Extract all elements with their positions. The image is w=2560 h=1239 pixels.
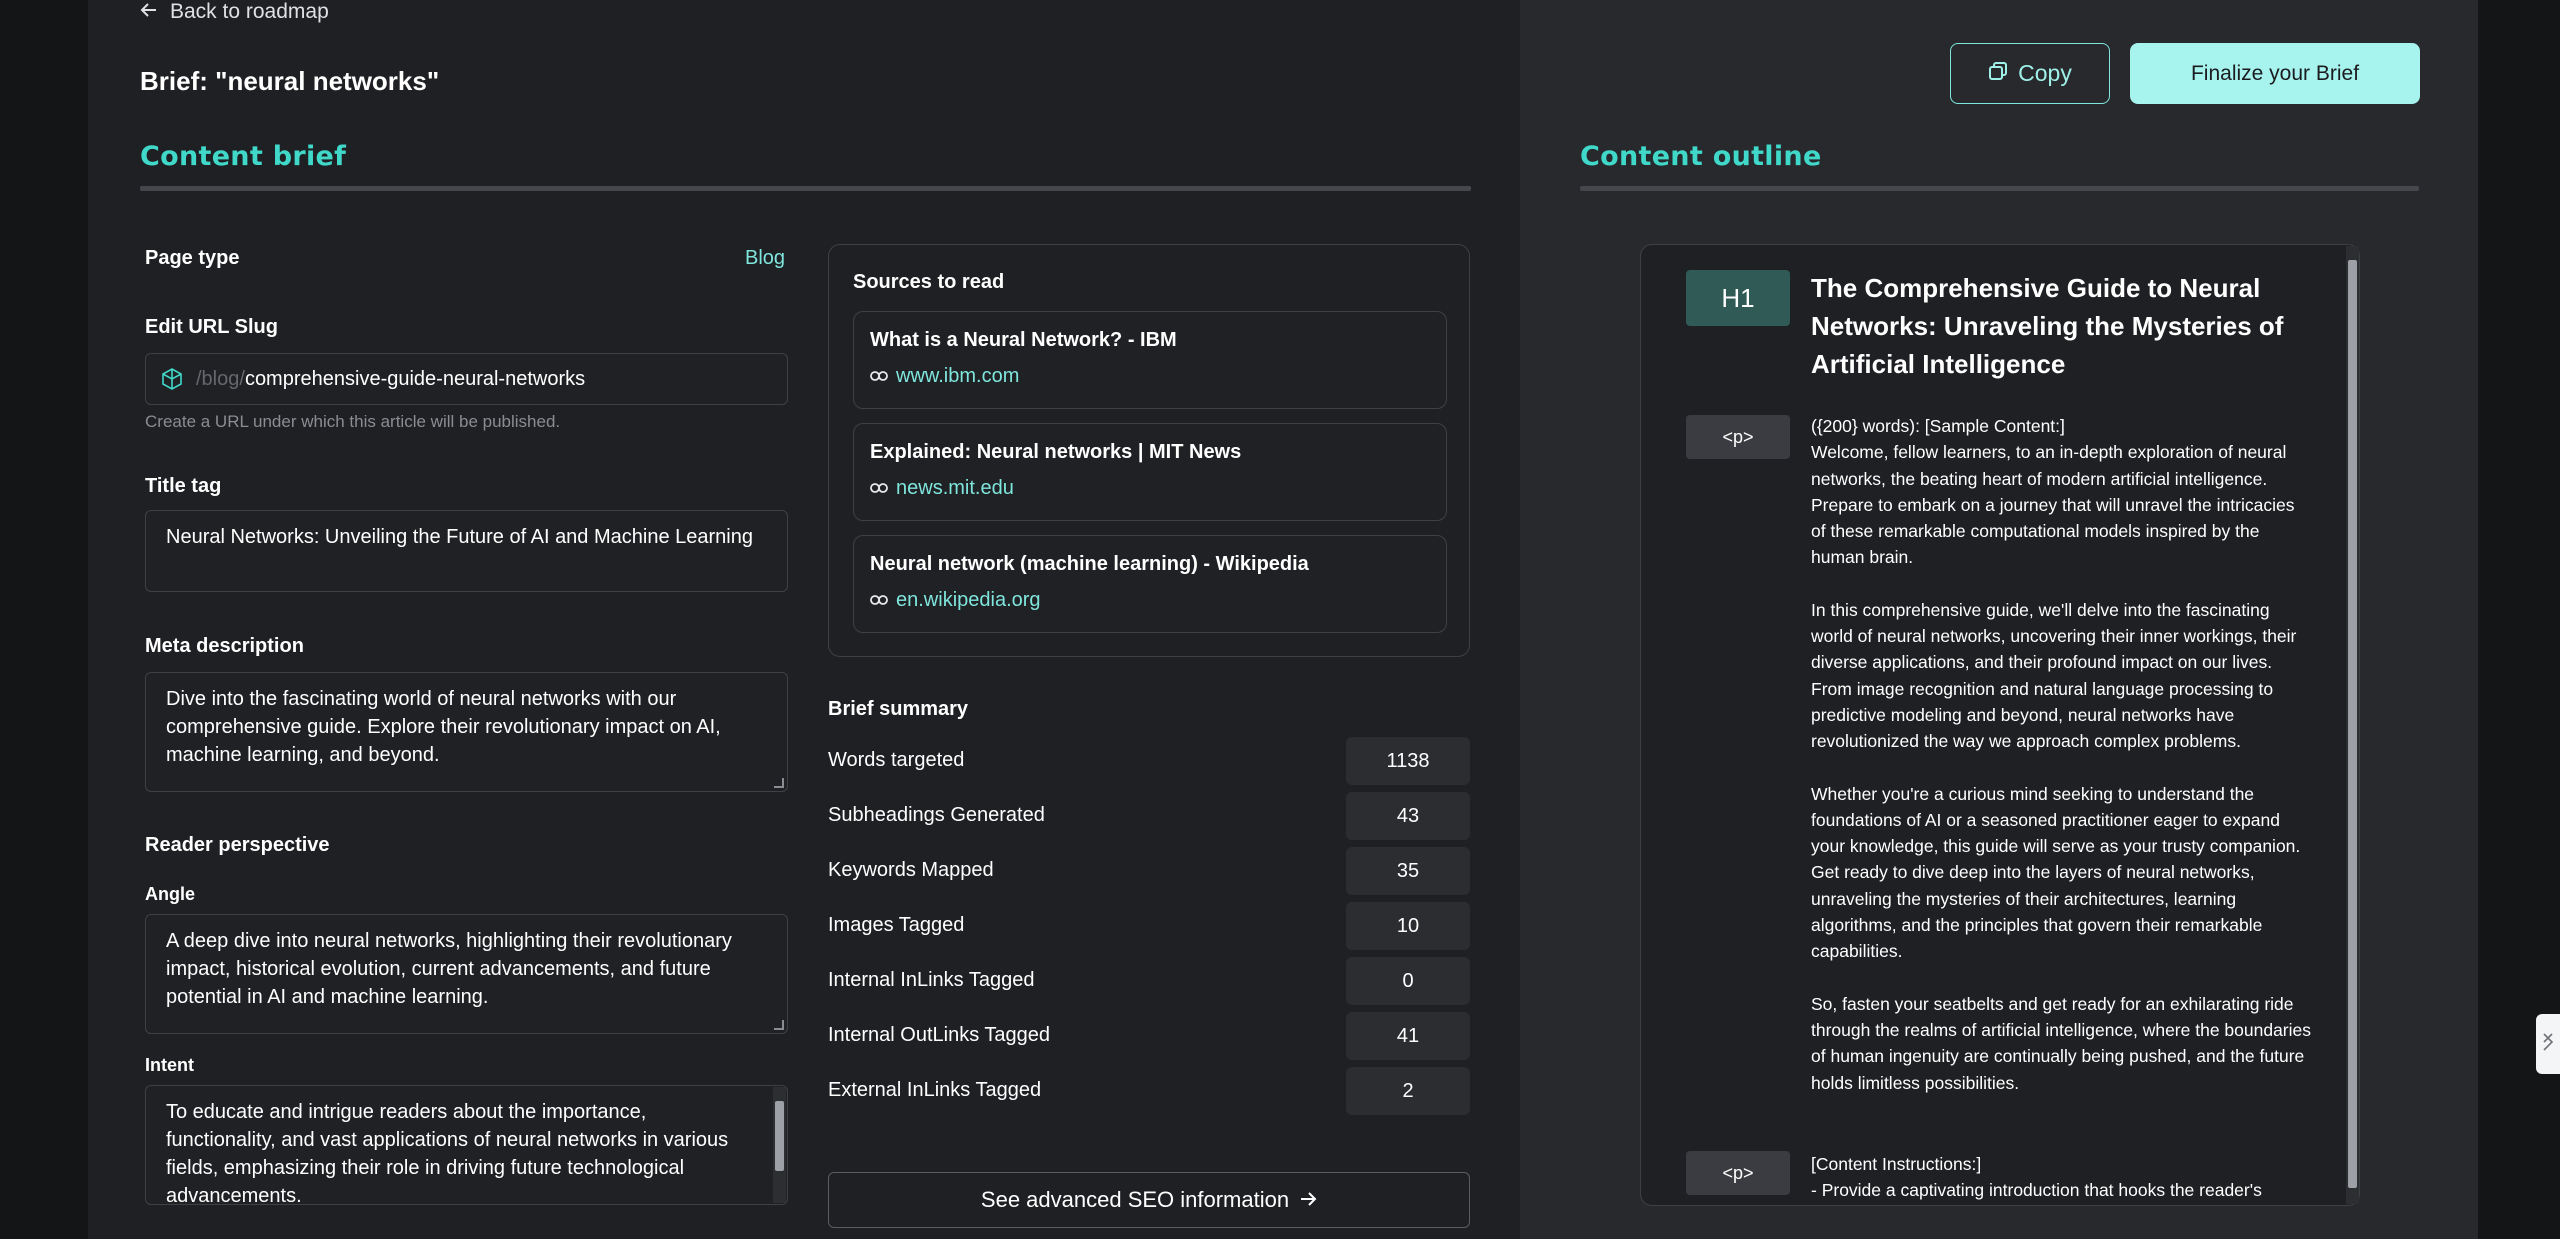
summary-row-label: Internal InLinks Tagged [828, 969, 1035, 991]
outline-scrollbar[interactable] [2346, 246, 2359, 1204]
meta-description-value: Dive into the fascinating world of neura… [166, 688, 721, 766]
angle-value: A deep dive into neural networks, highli… [166, 930, 732, 1008]
back-link-label: Back to roadmap [170, 0, 329, 23]
content-brief-divider [140, 186, 1471, 191]
summary-row-value: 43 [1346, 792, 1470, 840]
paragraph-text: In this comprehensive guide, we'll delve… [1811, 599, 2297, 752]
reader-perspective-label: Reader perspective [145, 834, 330, 856]
paragraph-text: Welcome, fellow learners, to an in-depth… [1811, 442, 2295, 568]
meta-description-input[interactable]: Dive into the fascinating world of neura… [145, 672, 788, 792]
content-outline-editor[interactable]: H1 The Comprehensive Guide to Neural Net… [1640, 244, 2360, 1206]
side-panel-toggle[interactable] [2536, 1014, 2560, 1074]
arrow-right-icon [1299, 1187, 1317, 1213]
source-link[interactable]: www.ibm.com [870, 365, 1019, 388]
page-type-label: Page type [145, 247, 240, 269]
summary-row-label: Words targeted [828, 749, 965, 771]
link-icon [870, 477, 888, 500]
finalize-brief-button[interactable]: Finalize your Brief [2130, 43, 2420, 104]
intent-input[interactable]: To educate and intrigue readers about th… [145, 1085, 788, 1205]
intent-value: To educate and intrigue readers about th… [166, 1101, 729, 1205]
page-type-value[interactable]: Blog [745, 247, 785, 270]
source-link[interactable]: news.mit.edu [870, 477, 1014, 500]
paragraph-block[interactable]: [Content Instructions:] - Provide a capt… [1811, 1151, 2311, 1204]
paragraph-header: ({200} words): [Sample Content:] [1811, 416, 2065, 436]
link-icon [870, 589, 888, 612]
p-tag-badge[interactable]: <p> [1686, 415, 1790, 459]
title-tag-label: Title tag [145, 475, 222, 497]
resize-handle[interactable] [774, 1020, 784, 1030]
cube-icon [160, 367, 184, 391]
summary-row-label: Images Tagged [828, 914, 965, 936]
copy-button[interactable]: Copy [1950, 43, 2110, 104]
url-slug-prefix: /blog/ [196, 367, 245, 390]
intent-scrollbar[interactable] [773, 1087, 786, 1203]
source-title: What is a Neural Network? - IBM [870, 329, 1177, 351]
brief-summary-title: Brief summary [828, 698, 969, 720]
title-tag-input[interactable]: Neural Networks: Unveiling the Future of… [145, 510, 788, 592]
outline-scroll-thumb[interactable] [2348, 260, 2357, 1188]
summary-row-value: 0 [1346, 957, 1470, 1005]
summary-row-value: 1138 [1346, 737, 1470, 785]
page-title: Brief: "neural networks" [140, 66, 440, 96]
see-advanced-seo-button[interactable]: See advanced SEO information [828, 1172, 1470, 1228]
source-title: Explained: Neural networks | MIT News [870, 441, 1242, 463]
paragraph-text: - Provide a captivating introduction tha… [1811, 1180, 2262, 1201]
summary-row-value: 2 [1346, 1067, 1470, 1115]
back-to-roadmap-link[interactable]: Back to roadmap [140, 0, 329, 24]
sources-title: Sources to read [853, 271, 1005, 293]
paragraph-header: [Content Instructions:] [1811, 1154, 1982, 1174]
angle-label: Angle [145, 884, 196, 904]
angle-input[interactable]: A deep dive into neural networks, highli… [145, 914, 788, 1034]
link-icon [870, 365, 888, 388]
url-slug-input[interactable]: /blog/ comprehensive-guide-neural-networ… [145, 353, 788, 405]
h1-tag-badge[interactable]: H1 [1686, 270, 1790, 326]
source-title: Neural network (machine learning) - Wiki… [870, 553, 1309, 575]
summary-row-value: 41 [1346, 1012, 1470, 1060]
p-tag-badge[interactable]: <p> [1686, 1151, 1790, 1195]
paragraph-text: So, fasten your seatbelts and get ready … [1811, 993, 2312, 1093]
source-card[interactable]: What is a Neural Network? - IBM www.ibm.… [853, 311, 1447, 409]
summary-row-label: Subheadings Generated [828, 804, 1045, 826]
intent-scroll-thumb[interactable] [775, 1101, 784, 1171]
summary-row-label: Internal OutLinks Tagged [828, 1024, 1051, 1046]
collapse-icon [2541, 1031, 2555, 1058]
source-card[interactable]: Neural network (machine learning) - Wiki… [853, 535, 1447, 633]
content-outline-divider [1580, 186, 2419, 191]
url-slug-help: Create a URL under which this article wi… [145, 412, 561, 431]
source-link[interactable]: en.wikipedia.org [870, 589, 1041, 612]
intent-label: Intent [145, 1055, 194, 1075]
summary-row-value: 35 [1346, 847, 1470, 895]
url-slug-label: Edit URL Slug [145, 316, 278, 338]
title-tag-value: Neural Networks: Unveiling the Future of… [166, 526, 753, 548]
url-slug-value[interactable]: comprehensive-guide-neural-networks [245, 368, 585, 391]
arrow-left-icon [140, 0, 158, 24]
paragraph-block[interactable]: ({200} words): [Sample Content:] Welcome… [1811, 413, 2311, 1122]
summary-row-value: 10 [1346, 902, 1470, 950]
source-card[interactable]: Explained: Neural networks | MIT News ne… [853, 423, 1447, 521]
paragraph-text: Whether you're a curious mind seeking to… [1811, 783, 2301, 962]
summary-row-label: External InLinks Tagged [828, 1079, 1042, 1101]
content-outline-heading: Content outline [1580, 141, 1822, 172]
copy-icon [1988, 60, 2008, 87]
h1-heading-text[interactable]: The Comprehensive Guide to Neural Networ… [1811, 269, 2311, 383]
resize-handle[interactable] [774, 778, 784, 788]
sources-panel: Sources to read What is a Neural Network… [828, 244, 1470, 657]
content-brief-heading: Content brief [140, 141, 347, 172]
summary-row-label: Keywords Mapped [828, 859, 994, 881]
meta-description-label: Meta description [145, 635, 304, 657]
